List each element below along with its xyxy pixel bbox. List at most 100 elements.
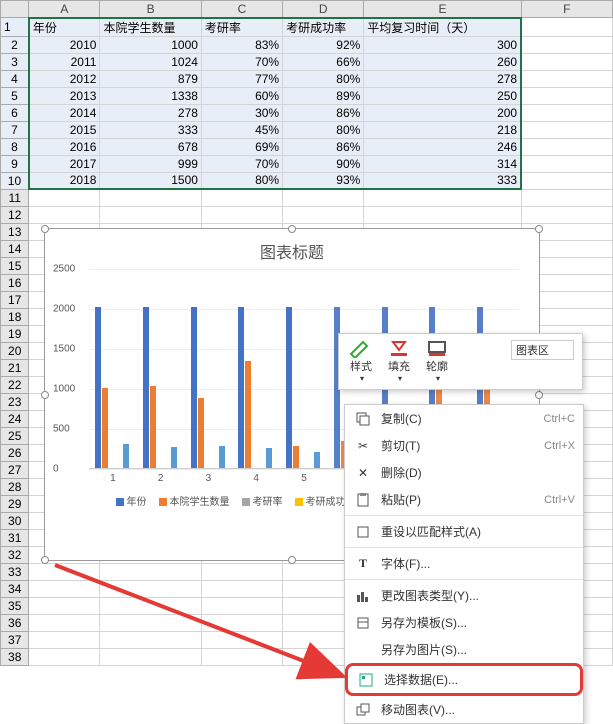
resize-handle[interactable] bbox=[288, 556, 296, 564]
row-header[interactable]: 13 bbox=[1, 223, 29, 240]
cell[interactable]: 2012 bbox=[29, 70, 100, 87]
cell[interactable]: 69% bbox=[201, 138, 282, 155]
cell[interactable] bbox=[100, 631, 201, 648]
row-header[interactable]: 37 bbox=[1, 631, 29, 648]
cell[interactable]: 2017 bbox=[29, 155, 100, 172]
cell[interactable]: 本院学生数量 bbox=[100, 18, 201, 37]
cell[interactable] bbox=[521, 36, 612, 53]
fill-button[interactable]: 填充▾ bbox=[383, 338, 415, 385]
column-header[interactable] bbox=[1, 1, 29, 18]
bar[interactable] bbox=[123, 444, 129, 468]
cell[interactable] bbox=[201, 597, 282, 614]
cell[interactable]: 999 bbox=[100, 155, 201, 172]
cell[interactable]: 70% bbox=[201, 53, 282, 70]
cell[interactable] bbox=[100, 563, 201, 580]
cell[interactable]: 300 bbox=[364, 36, 521, 53]
cell[interactable] bbox=[521, 206, 612, 223]
ctx-copy[interactable]: 复制(C) Ctrl+C bbox=[345, 405, 583, 432]
resize-handle[interactable] bbox=[288, 225, 296, 233]
cell[interactable]: 218 bbox=[364, 121, 521, 138]
resize-handle[interactable] bbox=[535, 391, 543, 399]
ctx-save-image[interactable]: 另存为图片(S)... bbox=[345, 636, 583, 663]
row-header[interactable]: 31 bbox=[1, 529, 29, 546]
row-header[interactable]: 16 bbox=[1, 274, 29, 291]
row-header[interactable]: 33 bbox=[1, 563, 29, 580]
cell[interactable]: 1500 bbox=[100, 172, 201, 189]
bar[interactable] bbox=[102, 388, 108, 468]
cell[interactable] bbox=[100, 597, 201, 614]
cell[interactable] bbox=[364, 189, 521, 206]
column-header[interactable]: E bbox=[364, 1, 521, 18]
row-header[interactable]: 4 bbox=[1, 70, 29, 87]
bar[interactable] bbox=[245, 361, 251, 468]
chart-area-selector[interactable]: 图表区 bbox=[511, 340, 574, 360]
cell[interactable] bbox=[283, 189, 364, 206]
row-header[interactable]: 26 bbox=[1, 444, 29, 461]
cell[interactable] bbox=[100, 648, 201, 665]
bar[interactable] bbox=[238, 307, 244, 468]
cell[interactable]: 1024 bbox=[100, 53, 201, 70]
cell[interactable]: 2015 bbox=[29, 121, 100, 138]
row-header[interactable]: 9 bbox=[1, 155, 29, 172]
cell[interactable] bbox=[364, 206, 521, 223]
row-header[interactable]: 8 bbox=[1, 138, 29, 155]
cell[interactable]: 333 bbox=[364, 172, 521, 189]
cell[interactable]: 246 bbox=[364, 138, 521, 155]
cell[interactable]: 80% bbox=[201, 172, 282, 189]
cell[interactable]: 2018 bbox=[29, 172, 100, 189]
legend-item[interactable]: 本院学生数量 bbox=[159, 493, 230, 508]
cell[interactable]: 333 bbox=[100, 121, 201, 138]
cell[interactable]: 2010 bbox=[29, 36, 100, 53]
column-header[interactable]: C bbox=[201, 1, 282, 18]
resize-handle[interactable] bbox=[41, 225, 49, 233]
row-header[interactable]: 18 bbox=[1, 308, 29, 325]
cell[interactable]: 678 bbox=[100, 138, 201, 155]
cell[interactable]: 260 bbox=[364, 53, 521, 70]
cell[interactable]: 70% bbox=[201, 155, 282, 172]
cell[interactable] bbox=[521, 121, 612, 138]
row-header[interactable]: 22 bbox=[1, 376, 29, 393]
cell[interactable]: 1338 bbox=[100, 87, 201, 104]
bar[interactable] bbox=[293, 446, 299, 468]
cell[interactable] bbox=[283, 206, 364, 223]
bar[interactable] bbox=[171, 447, 177, 468]
cell[interactable]: 66% bbox=[283, 53, 364, 70]
outline-button[interactable]: 轮廓▾ bbox=[421, 338, 453, 385]
ctx-delete[interactable]: ✕ 删除(D) bbox=[345, 459, 583, 486]
cell[interactable] bbox=[29, 580, 100, 597]
legend-item[interactable]: 考研率 bbox=[242, 493, 283, 508]
cell[interactable]: 278 bbox=[364, 70, 521, 87]
cell[interactable] bbox=[201, 631, 282, 648]
cell[interactable]: 年份 bbox=[29, 18, 100, 37]
cell[interactable]: 278 bbox=[100, 104, 201, 121]
resize-handle[interactable] bbox=[41, 391, 49, 399]
cell[interactable]: 250 bbox=[364, 87, 521, 104]
chart-title[interactable]: 图表标题 bbox=[45, 229, 539, 269]
cell[interactable] bbox=[29, 648, 100, 665]
ctx-change-chart-type[interactable]: 更改图表类型(Y)... bbox=[345, 582, 583, 609]
row-header[interactable]: 5 bbox=[1, 87, 29, 104]
ctx-paste[interactable]: 粘贴(P) Ctrl+V bbox=[345, 486, 583, 513]
bar[interactable] bbox=[191, 307, 197, 468]
cell[interactable] bbox=[521, 53, 612, 70]
bar[interactable] bbox=[95, 307, 101, 468]
cell[interactable]: 86% bbox=[283, 104, 364, 121]
row-header[interactable]: 1 bbox=[1, 18, 29, 37]
cell[interactable] bbox=[100, 189, 201, 206]
cell[interactable]: 89% bbox=[283, 87, 364, 104]
bar[interactable] bbox=[266, 448, 272, 468]
row-header[interactable]: 21 bbox=[1, 359, 29, 376]
row-header[interactable]: 36 bbox=[1, 614, 29, 631]
row-header[interactable]: 34 bbox=[1, 580, 29, 597]
row-header[interactable]: 2 bbox=[1, 36, 29, 53]
ctx-cut[interactable]: ✂ 剪切(T) Ctrl+X bbox=[345, 432, 583, 459]
style-button[interactable]: 样式▾ bbox=[345, 338, 377, 385]
cell[interactable]: 2013 bbox=[29, 87, 100, 104]
cell[interactable]: 平均复习时间（天） bbox=[364, 18, 521, 37]
cell[interactable] bbox=[100, 206, 201, 223]
legend-item[interactable]: 年份 bbox=[116, 493, 147, 508]
cell[interactable] bbox=[29, 631, 100, 648]
row-header[interactable]: 25 bbox=[1, 427, 29, 444]
cell[interactable] bbox=[201, 189, 282, 206]
cell[interactable]: 92% bbox=[283, 36, 364, 53]
